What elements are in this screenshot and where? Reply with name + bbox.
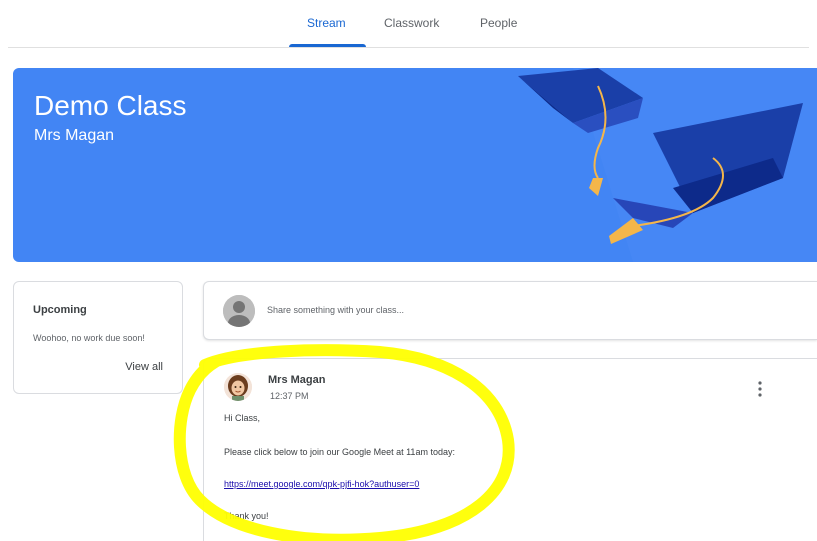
post-message: Please click below to join our Google Me… bbox=[224, 447, 455, 457]
upcoming-title: Upcoming bbox=[33, 304, 87, 316]
tab-classwork[interactable]: Classwork bbox=[384, 16, 439, 30]
announcement-post: Mrs Magan 12:37 PM Hi Class, Please clic… bbox=[203, 358, 817, 541]
tab-people[interactable]: People bbox=[480, 16, 517, 30]
tab-stream[interactable]: Stream bbox=[307, 16, 346, 30]
post-greeting: Hi Class, bbox=[224, 413, 261, 423]
more-options-icon[interactable] bbox=[752, 379, 768, 399]
share-box[interactable]: Share something with your class... bbox=[203, 281, 817, 340]
top-tab-bar: Stream Classwork People bbox=[0, 0, 817, 48]
meet-link[interactable]: https://meet.google.com/qpk-pjfi-hok?aut… bbox=[224, 479, 419, 490]
post-closing: Thank you! bbox=[224, 511, 269, 521]
class-banner: Demo Class Mrs Magan bbox=[13, 68, 817, 262]
user-avatar-icon bbox=[223, 295, 255, 327]
share-placeholder[interactable]: Share something with your class... bbox=[267, 305, 404, 315]
class-title: Demo Class bbox=[34, 90, 187, 121]
post-author: Mrs Magan bbox=[268, 374, 326, 386]
view-all-link[interactable]: View all bbox=[125, 361, 163, 373]
upcoming-card: Upcoming Woohoo, no work due soon! View … bbox=[13, 281, 183, 394]
upcoming-message: Woohoo, no work due soon! bbox=[33, 333, 145, 343]
classroom-stream-page: Stream Classwork People Demo Class Mrs M… bbox=[0, 0, 817, 541]
post-timestamp: 12:37 PM bbox=[270, 391, 309, 401]
tab-divider bbox=[8, 47, 809, 48]
class-teacher: Mrs Magan bbox=[34, 127, 115, 144]
author-avatar-icon bbox=[224, 373, 252, 401]
